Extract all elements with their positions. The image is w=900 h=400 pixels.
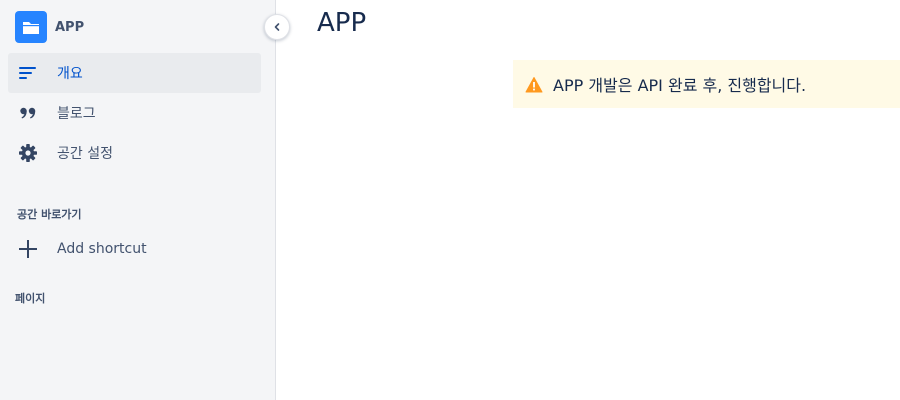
shortcuts-heading: 공간 바로가기 bbox=[17, 208, 82, 221]
sidebar-item-label: 공간 설정 bbox=[57, 146, 113, 162]
app-window: APP 개요 블로그 공간 설정 공간 바로가기 Add shortcut 페이… bbox=[0, 0, 900, 400]
collapse-sidebar-button[interactable] bbox=[264, 14, 290, 40]
sidebar-item-space-settings[interactable]: 공간 설정 bbox=[8, 133, 261, 173]
space-logo bbox=[15, 11, 47, 43]
sidebar: APP 개요 블로그 공간 설정 공간 바로가기 Add shortcut 페이… bbox=[0, 0, 276, 400]
sidebar-item-label: 개요 bbox=[57, 66, 83, 82]
quote-icon bbox=[18, 103, 38, 123]
folder-icon bbox=[23, 22, 39, 34]
add-shortcut-label: Add shortcut bbox=[57, 241, 147, 257]
main-content: APP APP 개발은 API 완료 후, 진행합니다. bbox=[277, 0, 900, 400]
sidebar-item-blog[interactable]: 블로그 bbox=[8, 93, 261, 133]
sidebar-item-label: 블로그 bbox=[57, 106, 96, 122]
plus-icon bbox=[18, 239, 38, 259]
space-header[interactable]: APP bbox=[15, 11, 84, 43]
gear-icon bbox=[18, 143, 38, 163]
warning-panel: APP 개발은 API 완료 후, 진행합니다. bbox=[513, 60, 900, 108]
space-name: APP bbox=[55, 19, 85, 35]
page-title: APP bbox=[317, 8, 367, 38]
chevron-left-icon bbox=[274, 23, 280, 31]
overview-icon bbox=[18, 63, 38, 83]
pages-heading: 페이지 bbox=[15, 292, 46, 305]
add-shortcut-button[interactable]: Add shortcut bbox=[8, 229, 261, 269]
warning-icon bbox=[525, 77, 543, 93]
sidebar-item-overview[interactable]: 개요 bbox=[8, 53, 261, 93]
warning-message: APP 개발은 API 완료 후, 진행합니다. bbox=[553, 76, 807, 95]
